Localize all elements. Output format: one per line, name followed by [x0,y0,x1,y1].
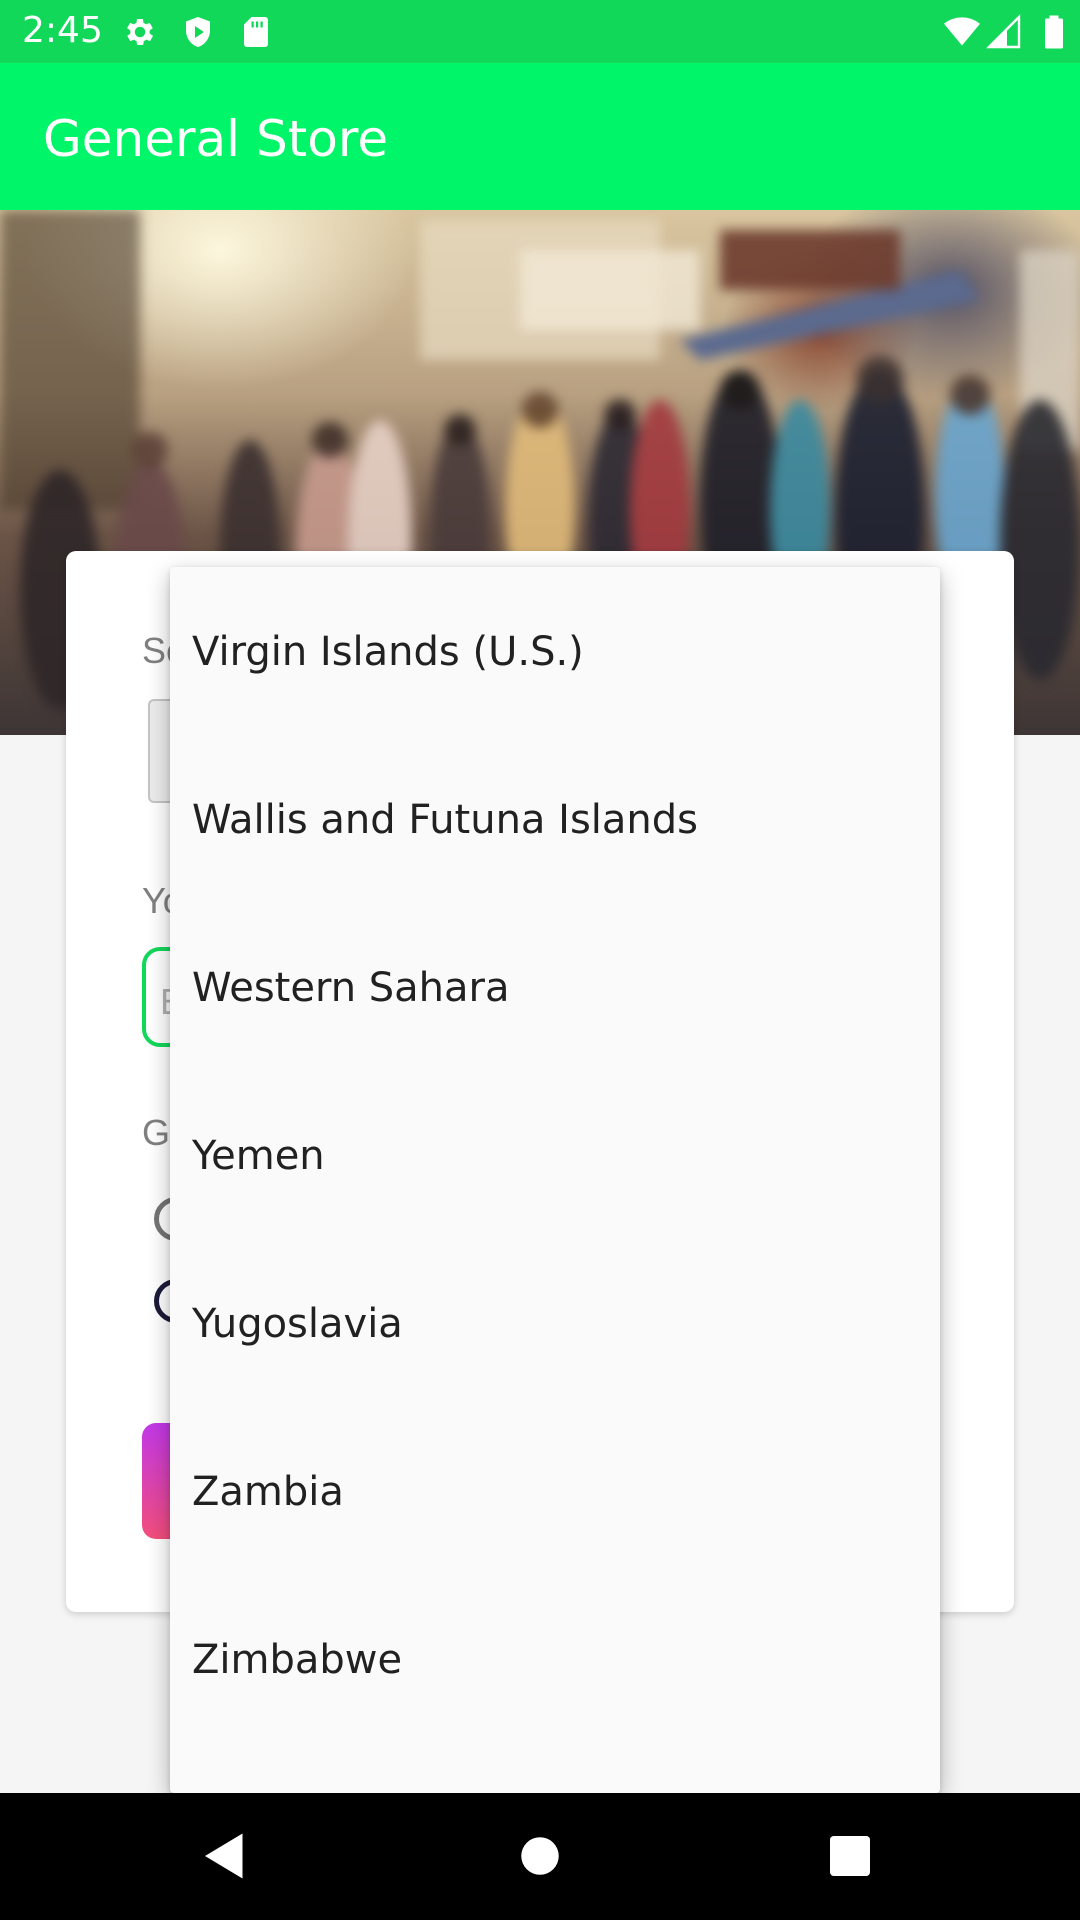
country-dropdown-list[interactable]: Virgin Islands (U.S.) Wallis and Futuna … [170,567,940,1793]
dropdown-item-label: Wallis and Futuna Islands [192,797,698,843]
status-time: 2:45 [22,10,103,51]
dropdown-item[interactable]: Wallis and Futuna Islands [170,735,940,903]
home-icon[interactable] [510,1826,570,1886]
dropdown-item-label: Zambia [192,1469,344,1515]
app-bar: General Store [0,63,1080,210]
signal-icon [986,14,1022,50]
dropdown-item[interactable]: Zambia [170,1407,940,1575]
play-protect-icon [180,14,216,50]
dropdown-item-label: Virgin Islands (U.S.) [192,629,584,675]
recents-icon[interactable] [820,1826,880,1886]
battery-icon [1036,14,1072,50]
app-title: General Store [43,110,389,168]
gear-icon [122,14,158,50]
dropdown-item[interactable]: Zimbabwe [170,1575,940,1743]
dropdown-item[interactable]: Yemen [170,1071,940,1239]
dropdown-item[interactable]: Virgin Islands (U.S.) [170,567,940,735]
wifi-icon [944,14,980,50]
dropdown-item-label: Western Sahara [192,965,510,1011]
dropdown-item[interactable]: Yugoslavia [170,1239,940,1407]
dropdown-item-label: Yemen [192,1133,325,1179]
dropdown-item-label: Zimbabwe [192,1637,403,1683]
status-bar: 2:45 [0,0,1080,63]
dropdown-item[interactable]: Western Sahara [170,903,940,1071]
back-icon[interactable] [195,1826,255,1886]
navigation-bar [0,1793,1080,1920]
dropdown-item-label: Yugoslavia [192,1301,403,1347]
sd-card-icon [238,14,274,50]
